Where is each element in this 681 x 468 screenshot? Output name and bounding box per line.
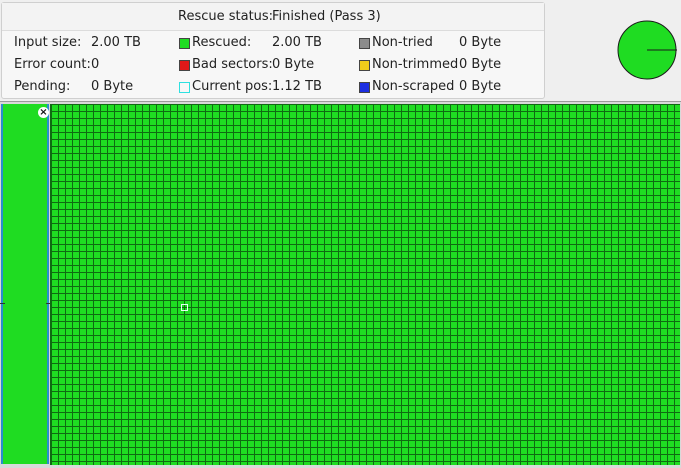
non-scraped-swatch bbox=[359, 82, 370, 93]
pending-value: 0 Byte bbox=[91, 79, 134, 94]
non-scraped-label: Non-scraped bbox=[372, 79, 455, 94]
current-pos-label: Current pos: bbox=[192, 79, 273, 94]
non-trimmed-value: 0 Byte bbox=[459, 57, 502, 72]
non-tried-label: Non-tried bbox=[372, 35, 433, 50]
pending-label: Pending: bbox=[14, 79, 71, 94]
close-icon[interactable]: × bbox=[38, 107, 49, 118]
current-pos-swatch bbox=[179, 82, 190, 93]
error-count-value: 0 bbox=[91, 57, 100, 72]
input-size-label: Input size: bbox=[14, 35, 82, 50]
bad-sectors-label: Bad sectors: bbox=[192, 57, 273, 72]
bad-sectors-swatch bbox=[179, 60, 190, 71]
rescued-value: 2.00 TB bbox=[272, 35, 322, 50]
current-pos-value: 1.12 TB bbox=[272, 79, 322, 94]
current-position-marker bbox=[181, 304, 188, 311]
rescued-swatch bbox=[179, 38, 190, 49]
rescue-progress-pie bbox=[617, 20, 677, 80]
rescue-status-panel: Rescue status: Finished (Pass 3) Input s… bbox=[1, 2, 545, 99]
rescued-label: Rescued: bbox=[192, 35, 252, 50]
non-trimmed-label: Non-trimmed bbox=[372, 57, 459, 72]
non-trimmed-swatch bbox=[359, 60, 370, 71]
rescue-status-value: Finished (Pass 3) bbox=[272, 9, 381, 24]
error-count-label: Error count: bbox=[14, 57, 91, 72]
block-map-grid[interactable] bbox=[50, 104, 680, 465]
rescue-status-label: Rescue status: bbox=[178, 9, 274, 24]
overview-strip[interactable]: × bbox=[0, 104, 51, 464]
non-scraped-value: 0 Byte bbox=[459, 79, 502, 94]
bad-sectors-value: 0 Byte bbox=[272, 57, 315, 72]
non-tried-swatch bbox=[359, 38, 370, 49]
non-tried-value: 0 Byte bbox=[459, 35, 502, 50]
rescue-status-header: Rescue status: Finished (Pass 3) bbox=[2, 3, 544, 31]
block-map-area: × bbox=[0, 101, 681, 468]
overview-left-handle[interactable] bbox=[0, 303, 5, 304]
input-size-value: 2.00 TB bbox=[91, 35, 141, 50]
